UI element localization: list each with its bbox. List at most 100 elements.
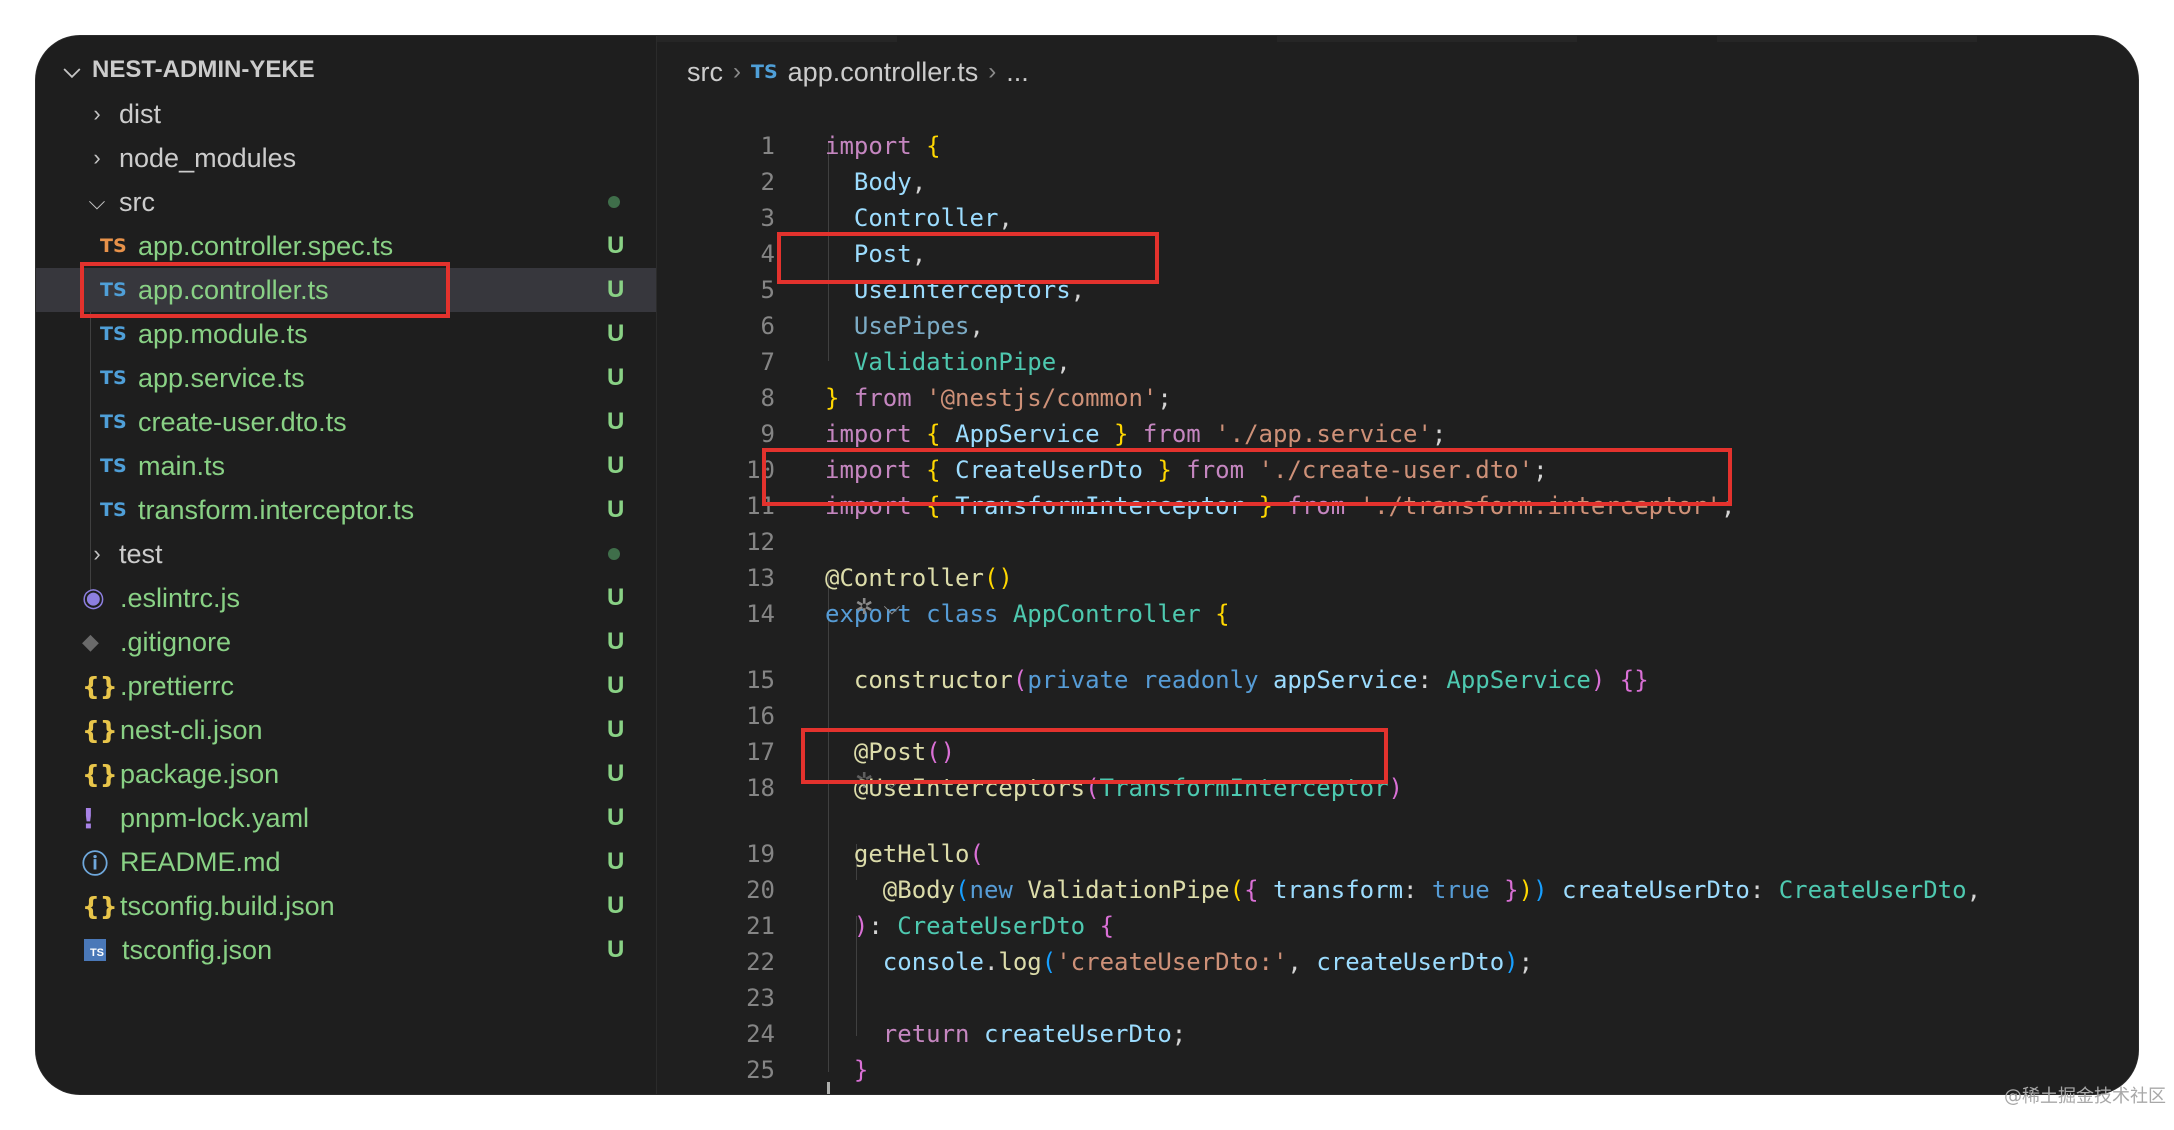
tree-item-label: app.service.ts <box>138 362 305 393</box>
untracked-badge: U <box>607 672 625 699</box>
typescript-icon: TS <box>100 499 127 521</box>
untracked-badge: U <box>607 452 625 479</box>
typescript-icon: TS <box>751 61 778 83</box>
line-number: 3 <box>760 204 775 232</box>
tree-item-package-json[interactable]: {} package.json U <box>36 752 656 796</box>
untracked-badge: U <box>607 804 625 831</box>
tree-item-prettierrc[interactable]: {} .prettierrc U <box>36 664 656 708</box>
typescript-icon: TS <box>100 323 127 345</box>
untracked-badge: U <box>607 364 625 391</box>
tree-item-label: src <box>119 186 155 217</box>
code-lens[interactable]: ✲ ⌵ <box>855 592 900 622</box>
chevron-down-icon: ⌵ <box>88 189 106 214</box>
annotation-box-decorator <box>801 728 1388 784</box>
untracked-badge: U <box>607 628 625 655</box>
line-number: 20 <box>746 876 775 904</box>
breadcrumb: src › TS app.controller.ts › ... <box>687 52 1029 92</box>
code-line[interactable]: 19 getHello( <box>657 836 984 872</box>
tree-item-label: create-user.dto.ts <box>138 406 347 437</box>
indent-guide <box>828 572 829 1072</box>
text-cursor <box>827 1082 830 1094</box>
code-text: console.log('createUserDto:', createUser… <box>882 948 1534 976</box>
breadcrumb-symbols[interactable]: ... <box>1006 57 1029 88</box>
watermark: @稀土掘金技术社区 <box>2004 1086 2166 1107</box>
annotation-box-selected-file <box>80 262 450 318</box>
code-line[interactable]: 20 @Body(new ValidationPipe({ transform:… <box>657 872 1981 908</box>
code-line[interactable]: 9 import { AppService } from './app.servi… <box>657 416 1447 452</box>
tree-item-nest-cli[interactable]: {} nest-cli.json U <box>36 708 656 752</box>
annotation-box-import-useinterceptors <box>777 232 1159 284</box>
tree-item-tsconfig[interactable]: TS tsconfig.json U <box>36 928 656 972</box>
tree-item-label: tsconfig.build.json <box>120 890 335 921</box>
line-number: 17 <box>746 738 775 766</box>
yaml-icon: ! <box>82 801 95 835</box>
tree-item-label: transform.interceptor.ts <box>138 494 415 525</box>
breadcrumb-folder[interactable]: src <box>687 57 723 88</box>
code-line[interactable]: 1 import { <box>657 128 941 164</box>
tree-item-src[interactable]: ⌵ src <box>36 180 656 224</box>
untracked-badge: U <box>607 936 625 963</box>
code-line[interactable]: 12 <box>657 524 825 560</box>
code-line[interactable]: 13 @Controller() <box>657 560 1013 596</box>
chevron-down-icon[interactable]: ⌵ <box>883 594 900 620</box>
json-icon: {} <box>82 759 118 789</box>
line-number: 18 <box>746 774 775 802</box>
code-line[interactable]: 15 constructor(private readonly appServi… <box>657 662 1649 698</box>
line-number: 26 <box>657 1092 825 1094</box>
code-line[interactable]: 3 Controller, <box>657 200 1013 236</box>
code-text: import { <box>825 132 941 160</box>
tree-item-pnpm-lock[interactable]: ! pnpm-lock.yaml U <box>36 796 656 840</box>
typescript-icon: TS <box>100 411 127 433</box>
code-text: constructor(private readonly appService:… <box>853 666 1649 694</box>
code-editor[interactable]: src › TS app.controller.ts › ... 1 import… <box>657 36 2138 1094</box>
line-number: 19 <box>746 840 775 868</box>
tree-item-node-modules[interactable]: › node_modules <box>36 136 656 180</box>
code-text: @Body(new ValidationPipe({ transform: tr… <box>882 876 1982 904</box>
json-icon: {} <box>82 671 118 701</box>
code-line[interactable]: 6 UsePipes, <box>657 308 984 344</box>
tree-item-app-module[interactable]: TS app.module.ts U <box>36 312 656 356</box>
tab-strip <box>1277 36 1577 42</box>
chevron-right-icon: › <box>733 58 741 85</box>
code-text: getHello( <box>853 840 984 868</box>
code-line[interactable]: 14 export class AppController { <box>657 596 1230 632</box>
tree-item-create-user-dto[interactable]: TS create-user.dto.ts U <box>36 400 656 444</box>
tree-item-label: app.controller.spec.ts <box>138 230 394 261</box>
tree-item-readme[interactable]: ⓘ README.md U <box>36 840 656 884</box>
tree-item-label: pnpm-lock.yaml <box>120 802 310 833</box>
tree-item-main[interactable]: TS main.ts U <box>36 444 656 488</box>
info-icon: ⓘ <box>82 849 109 880</box>
tree-item-gitignore[interactable]: ◆ .gitignore U <box>36 620 656 664</box>
code-line[interactable]: 21 ): CreateUserDto { <box>657 908 1114 944</box>
untracked-badge: U <box>607 496 625 523</box>
code-line[interactable]: 25 } <box>657 1052 868 1088</box>
code-line[interactable]: 26} <box>657 1088 839 1094</box>
code-line[interactable]: 2 Body, <box>657 164 927 200</box>
code-line[interactable]: 16 <box>657 698 825 734</box>
code-line[interactable]: 22 console.log('createUserDto:', createU… <box>657 944 1533 980</box>
explorer-root[interactable]: ⌵ NEST-ADMIN-YEKE <box>36 48 656 92</box>
code-text: ValidationPipe, <box>853 348 1071 376</box>
code-line[interactable]: 23 <box>657 980 825 1016</box>
code-text: import { AppService } from './app.servic… <box>825 420 1447 448</box>
tree-item-test[interactable]: › test <box>36 532 656 576</box>
tree-item-eslintrc[interactable]: ◉ .eslintrc.js U <box>36 576 656 620</box>
tree-item-label: .eslintrc.js <box>120 582 241 613</box>
tree-item-dist[interactable]: › dist <box>36 92 656 136</box>
tree-item-transform-interceptor[interactable]: TS transform.interceptor.ts U <box>36 488 656 532</box>
tree-item-app-service[interactable]: TS app.service.ts U <box>36 356 656 400</box>
copilot-sparkle-icon[interactable]: ✲ <box>855 594 873 620</box>
tree-item-label: .gitignore <box>120 626 232 657</box>
breadcrumb-file[interactable]: app.controller.ts <box>788 57 979 88</box>
line-number: 22 <box>746 948 775 976</box>
code-line[interactable]: 8} from '@nestjs/common'; <box>657 380 1172 416</box>
tree-item-tsconfig-build[interactable]: {} tsconfig.build.json U <box>36 884 656 928</box>
line-number: 9 <box>760 420 775 448</box>
code-line[interactable]: 24 return createUserDto; <box>657 1016 1186 1052</box>
line-number: 24 <box>746 1020 775 1048</box>
untracked-badge: U <box>607 716 625 743</box>
code-text: @Controller() <box>825 564 1013 592</box>
code-line[interactable]: 7 ValidationPipe, <box>657 344 1071 380</box>
vscode-window: ⌵ NEST-ADMIN-YEKE › dist › node_modules … <box>36 36 2138 1094</box>
line-number: 23 <box>746 984 775 1012</box>
